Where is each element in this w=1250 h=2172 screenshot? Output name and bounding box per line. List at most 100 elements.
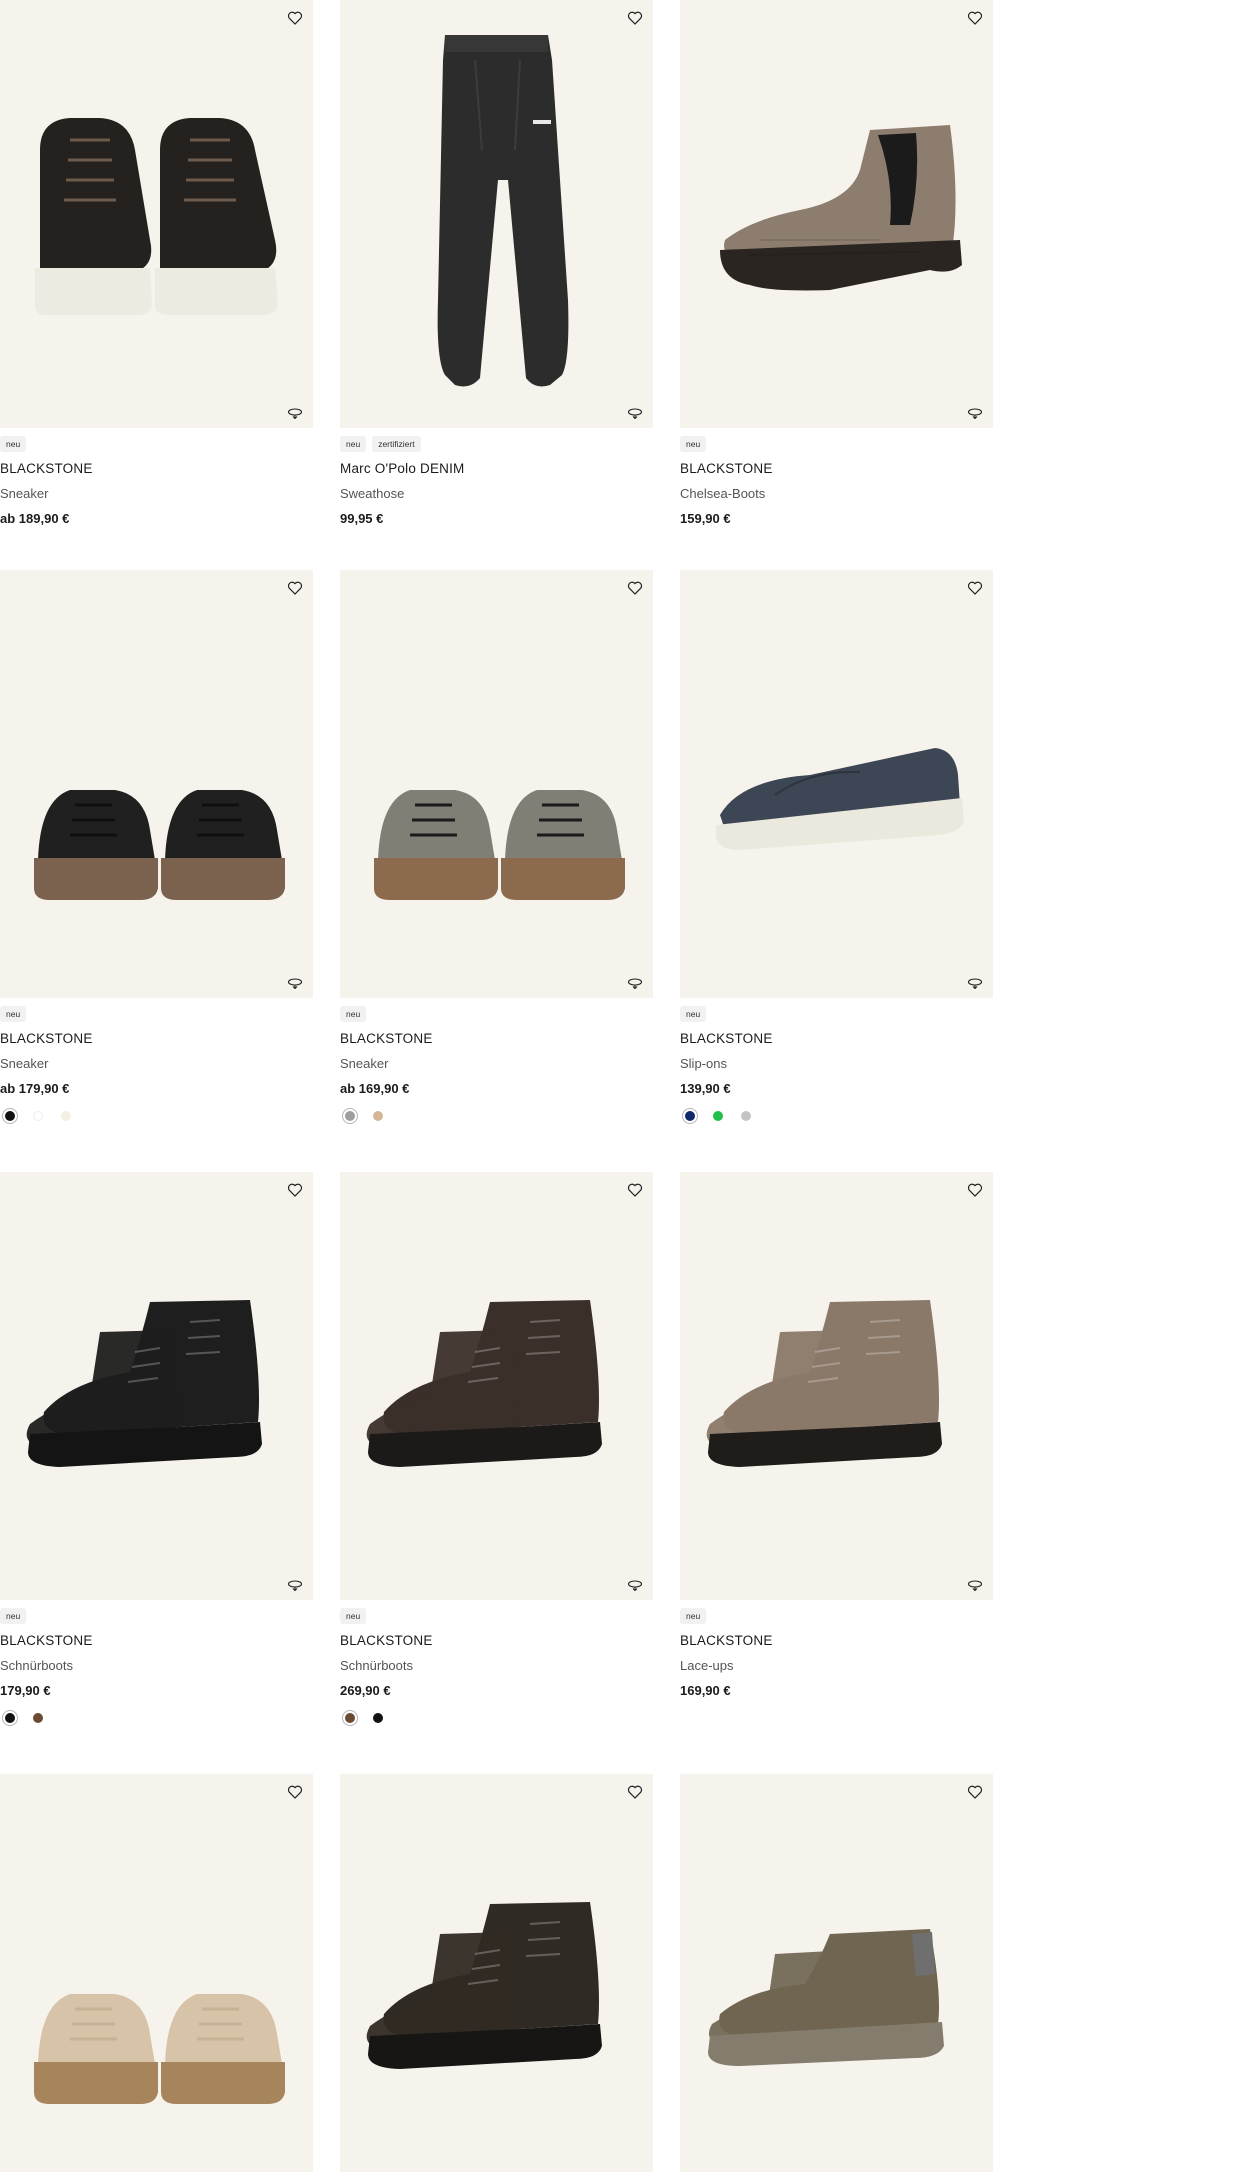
- product-card[interactable]: neu BLACKSTONE Schnürboots 269,90 €: [340, 1172, 653, 1738]
- product-image[interactable]: [0, 1774, 313, 2172]
- product-info: neu zertifiziert Marc O'Polo DENIM Sweathos…: [340, 428, 653, 566]
- new-badge: neu: [340, 1006, 367, 1022]
- badge-list: neu: [340, 1608, 367, 1624]
- heart-icon[interactable]: [967, 580, 983, 596]
- rotate-3d-icon[interactable]: [287, 976, 303, 990]
- heart-icon[interactable]: [287, 10, 303, 26]
- badge-list: neu: [680, 436, 707, 452]
- new-badge: neu: [680, 1608, 707, 1624]
- product-image[interactable]: [340, 0, 653, 428]
- product-type: Schnürboots: [340, 1658, 413, 1673]
- product-photo: [374, 790, 625, 900]
- rotate-3d-icon[interactable]: [627, 1578, 643, 1592]
- heart-icon[interactable]: [287, 1182, 303, 1198]
- product-image[interactable]: [0, 0, 313, 428]
- rotate-3d-icon[interactable]: [627, 406, 643, 420]
- product-type: Sneaker: [340, 1056, 389, 1071]
- heart-icon[interactable]: [967, 1784, 983, 1800]
- color-swatches: [2, 1710, 46, 1726]
- product-brand[interactable]: BLACKSTONE: [0, 1633, 93, 1648]
- product-brand[interactable]: BLACKSTONE: [340, 1031, 433, 1046]
- heart-icon[interactable]: [967, 10, 983, 26]
- product-photo: [720, 125, 962, 291]
- product-type: Schnürboots: [0, 1658, 73, 1673]
- color-swatch[interactable]: [682, 1108, 698, 1124]
- heart-icon[interactable]: [627, 1784, 643, 1800]
- heart-icon[interactable]: [967, 1182, 983, 1198]
- color-swatches: [2, 1108, 74, 1124]
- color-swatch[interactable]: [738, 1108, 754, 1124]
- product-brand[interactable]: Marc O'Polo DENIM: [340, 461, 465, 476]
- product-card[interactable]: [680, 1774, 993, 2172]
- product-photo: [366, 1902, 602, 2069]
- new-badge: neu: [0, 1608, 27, 1624]
- heart-icon[interactable]: [627, 580, 643, 596]
- product-brand[interactable]: BLACKSTONE: [680, 1031, 773, 1046]
- product-brand[interactable]: BLACKSTONE: [680, 461, 773, 476]
- product-card[interactable]: neu zertifiziert Marc O'Polo DENIM Sweathos…: [340, 0, 653, 566]
- product-card[interactable]: neu BLACKSTONE Schnürboots 179,90 €: [0, 1172, 313, 1738]
- product-card[interactable]: [0, 1774, 313, 2172]
- heart-icon[interactable]: [627, 1182, 643, 1198]
- product-photo: [34, 790, 285, 900]
- new-badge: neu: [0, 436, 27, 452]
- product-image[interactable]: [0, 1172, 313, 1600]
- product-card[interactable]: neu BLACKSTONE Slip-ons 139,90 €: [680, 570, 993, 1136]
- rotate-3d-icon[interactable]: [627, 976, 643, 990]
- product-price: 139,90 €: [680, 1081, 731, 1096]
- color-swatch[interactable]: [30, 1710, 46, 1726]
- color-swatch[interactable]: [2, 1108, 18, 1124]
- product-card[interactable]: neu BLACKSTONE Sneaker ab 179,90 €: [0, 570, 313, 1136]
- color-swatches: [342, 1710, 386, 1726]
- product-photo: [366, 1300, 602, 1467]
- color-swatch[interactable]: [710, 1108, 726, 1124]
- product-info: neu BLACKSTONE Lace-ups 169,90 €: [680, 1600, 993, 1738]
- color-swatch[interactable]: [2, 1710, 18, 1726]
- product-info: neu BLACKSTONE Schnürboots 269,90 €: [340, 1600, 653, 1738]
- product-info: neu BLACKSTONE Sneaker ab 189,90 €: [0, 428, 313, 566]
- product-image[interactable]: [0, 570, 313, 998]
- product-brand[interactable]: BLACKSTONE: [680, 1633, 773, 1648]
- product-image[interactable]: [680, 1774, 993, 2172]
- product-image[interactable]: [340, 1172, 653, 1600]
- color-swatch[interactable]: [370, 1710, 386, 1726]
- product-type: Sneaker: [0, 486, 49, 501]
- heart-icon[interactable]: [287, 1784, 303, 1800]
- new-badge: neu: [680, 436, 707, 452]
- product-card[interactable]: neu BLACKSTONE Sneaker ab 169,90 €: [340, 570, 653, 1136]
- product-image[interactable]: [680, 570, 993, 998]
- product-photo: [708, 1929, 944, 2066]
- product-price: 169,90 €: [680, 1683, 731, 1698]
- new-badge: neu: [340, 436, 367, 452]
- product-photo: [716, 748, 964, 850]
- product-card[interactable]: neu BLACKSTONE Chelsea-Boots 159,90 €: [680, 0, 993, 566]
- color-swatch[interactable]: [342, 1108, 358, 1124]
- product-brand[interactable]: BLACKSTONE: [0, 1031, 93, 1046]
- rotate-3d-icon[interactable]: [287, 1578, 303, 1592]
- heart-icon[interactable]: [627, 10, 643, 26]
- product-price: ab 179,90 €: [0, 1081, 70, 1096]
- product-image[interactable]: [340, 570, 653, 998]
- product-image[interactable]: [680, 1172, 993, 1600]
- color-swatch[interactable]: [370, 1108, 386, 1124]
- badge-list: neu: [340, 1006, 367, 1022]
- product-card[interactable]: neu BLACKSTONE Lace-ups 169,90 €: [680, 1172, 993, 1738]
- product-photo: [35, 118, 278, 315]
- rotate-3d-icon[interactable]: [967, 976, 983, 990]
- badge-list: neu: [0, 436, 27, 452]
- rotate-3d-icon[interactable]: [967, 406, 983, 420]
- product-card[interactable]: neu BLACKSTONE Sneaker ab 189,90 €: [0, 0, 313, 566]
- rotate-3d-icon[interactable]: [287, 406, 303, 420]
- color-swatch[interactable]: [342, 1710, 358, 1726]
- color-swatch[interactable]: [30, 1108, 46, 1124]
- product-price: 269,90 €: [340, 1683, 391, 1698]
- badge-list: neu: [680, 1006, 707, 1022]
- product-brand[interactable]: BLACKSTONE: [0, 461, 93, 476]
- product-card[interactable]: [340, 1774, 653, 2172]
- color-swatch[interactable]: [58, 1108, 74, 1124]
- rotate-3d-icon[interactable]: [967, 1578, 983, 1592]
- product-image[interactable]: [680, 0, 993, 428]
- heart-icon[interactable]: [287, 580, 303, 596]
- product-brand[interactable]: BLACKSTONE: [340, 1633, 433, 1648]
- product-image[interactable]: [340, 1774, 653, 2172]
